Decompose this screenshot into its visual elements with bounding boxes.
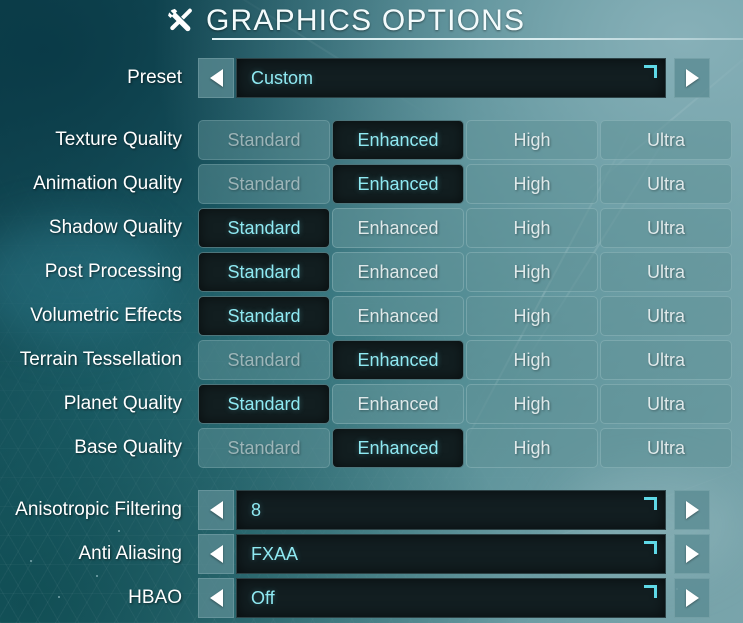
tools-wrench-screwdriver-icon	[166, 6, 196, 36]
setting-row-anisotropic-filtering: Anisotropic Filtering 8	[0, 490, 743, 530]
preset-value: Custom	[251, 67, 314, 88]
setting-row-base-quality: Base Quality Standard Enhanced High Ultra	[0, 428, 743, 468]
chevron-left-icon	[209, 69, 223, 87]
option-button-high[interactable]: High	[466, 340, 598, 380]
chevron-left-icon	[209, 589, 223, 607]
prev-value-button[interactable]	[198, 578, 234, 618]
setting-label: Post Processing	[44, 261, 182, 282]
setting-row-texture-quality: Texture Quality Standard Enhanced High Ultra	[0, 120, 743, 160]
option-button-high[interactable]: High	[466, 296, 598, 336]
setting-row-hbao: HBAO Off	[0, 578, 743, 618]
chevron-right-icon	[685, 501, 699, 519]
setting-row-volumetric-effects: Volumetric Effects Standard Enhanced High Ul…	[0, 296, 743, 336]
option-button-ultra[interactable]: Ultra	[600, 428, 732, 468]
option-button-standard[interactable]: Standard	[198, 252, 330, 292]
option-button-ultra[interactable]: Ultra	[600, 384, 732, 424]
chevron-right-icon	[685, 589, 699, 607]
corner-bracket-icon	[644, 541, 657, 554]
setting-row-post-processing: Post Processing Standard Enhanced High Ultra	[0, 252, 743, 292]
title-underline	[212, 38, 743, 40]
setting-label: Planet Quality	[63, 393, 182, 414]
option-button-ultra[interactable]: Ultra	[600, 164, 732, 204]
option-button-enhanced[interactable]: Enhanced	[332, 296, 464, 336]
next-value-button[interactable]	[674, 578, 710, 618]
prev-value-button[interactable]	[198, 490, 234, 530]
option-button-standard[interactable]: Standard	[198, 340, 330, 380]
next-value-button[interactable]	[674, 534, 710, 574]
page-title: GRAPHICS OPTIONS	[206, 4, 526, 37]
option-button-ultra[interactable]: Ultra	[600, 296, 732, 336]
option-button-standard[interactable]: Standard	[198, 384, 330, 424]
corner-bracket-icon	[644, 65, 657, 78]
setting-label: Animation Quality	[33, 173, 182, 194]
option-button-standard[interactable]: Standard	[198, 208, 330, 248]
setting-row-planet-quality: Planet Quality Standard Enhanced High Ultra	[0, 384, 743, 424]
setting-label: Base Quality	[74, 437, 182, 458]
chevron-right-icon	[685, 545, 699, 563]
preset-next-button[interactable]	[674, 58, 710, 98]
option-button-high[interactable]: High	[466, 384, 598, 424]
setting-label: Volumetric Effects	[30, 305, 182, 326]
option-button-enhanced[interactable]: Enhanced	[332, 120, 464, 160]
chevron-left-icon	[209, 501, 223, 519]
setting-row-shadow-quality: Shadow Quality Standard Enhanced High Ultra	[0, 208, 743, 248]
option-button-high[interactable]: High	[466, 208, 598, 248]
option-button-enhanced[interactable]: Enhanced	[332, 384, 464, 424]
value-field[interactable]: FXAA	[236, 534, 666, 574]
setting-label: Shadow Quality	[48, 217, 182, 238]
option-button-high[interactable]: High	[466, 428, 598, 468]
option-button-ultra[interactable]: Ultra	[600, 208, 732, 248]
setting-value: FXAA	[251, 543, 299, 564]
setting-row-anti-aliasing: Anti Aliasing FXAA	[0, 534, 743, 574]
option-button-standard[interactable]: Standard	[198, 120, 330, 160]
prev-value-button[interactable]	[198, 534, 234, 574]
page-header: GRAPHICS OPTIONS	[0, 0, 743, 46]
option-button-enhanced[interactable]: Enhanced	[332, 340, 464, 380]
option-button-high[interactable]: High	[466, 120, 598, 160]
setting-label: Anti Aliasing	[78, 543, 182, 564]
option-button-ultra[interactable]: Ultra	[600, 252, 732, 292]
next-value-button[interactable]	[674, 490, 710, 530]
option-button-enhanced[interactable]: Enhanced	[332, 208, 464, 248]
option-button-high[interactable]: High	[466, 164, 598, 204]
corner-bracket-icon	[644, 585, 657, 598]
setting-value: 8	[251, 499, 262, 520]
setting-label: Terrain Tessellation	[19, 349, 182, 370]
option-button-ultra[interactable]: Ultra	[600, 340, 732, 380]
option-button-high[interactable]: High	[466, 252, 598, 292]
setting-label: Texture Quality	[55, 129, 182, 150]
chevron-right-icon	[685, 69, 699, 87]
option-button-ultra[interactable]: Ultra	[600, 120, 732, 160]
option-button-standard[interactable]: Standard	[198, 428, 330, 468]
preset-label: Preset	[127, 67, 182, 88]
option-button-standard[interactable]: Standard	[198, 164, 330, 204]
corner-bracket-icon	[644, 497, 657, 510]
preset-value-field[interactable]: Custom	[236, 58, 666, 98]
preset-row: Preset Custom	[0, 58, 743, 98]
setting-label: Anisotropic Filtering	[15, 499, 182, 520]
option-button-standard[interactable]: Standard	[198, 296, 330, 336]
setting-row-animation-quality: Animation Quality Standard Enhanced High Ult…	[0, 164, 743, 204]
setting-label: HBAO	[128, 587, 182, 608]
option-button-enhanced[interactable]: Enhanced	[332, 164, 464, 204]
chevron-left-icon	[209, 545, 223, 563]
setting-row-terrain-tessellation: Terrain Tessellation Standard Enhanced High…	[0, 340, 743, 380]
preset-prev-button[interactable]	[198, 58, 234, 98]
option-button-enhanced[interactable]: Enhanced	[332, 252, 464, 292]
option-button-enhanced[interactable]: Enhanced	[332, 428, 464, 468]
value-field[interactable]: 8	[236, 490, 666, 530]
value-field[interactable]: Off	[236, 578, 666, 618]
setting-value: Off	[251, 587, 275, 608]
